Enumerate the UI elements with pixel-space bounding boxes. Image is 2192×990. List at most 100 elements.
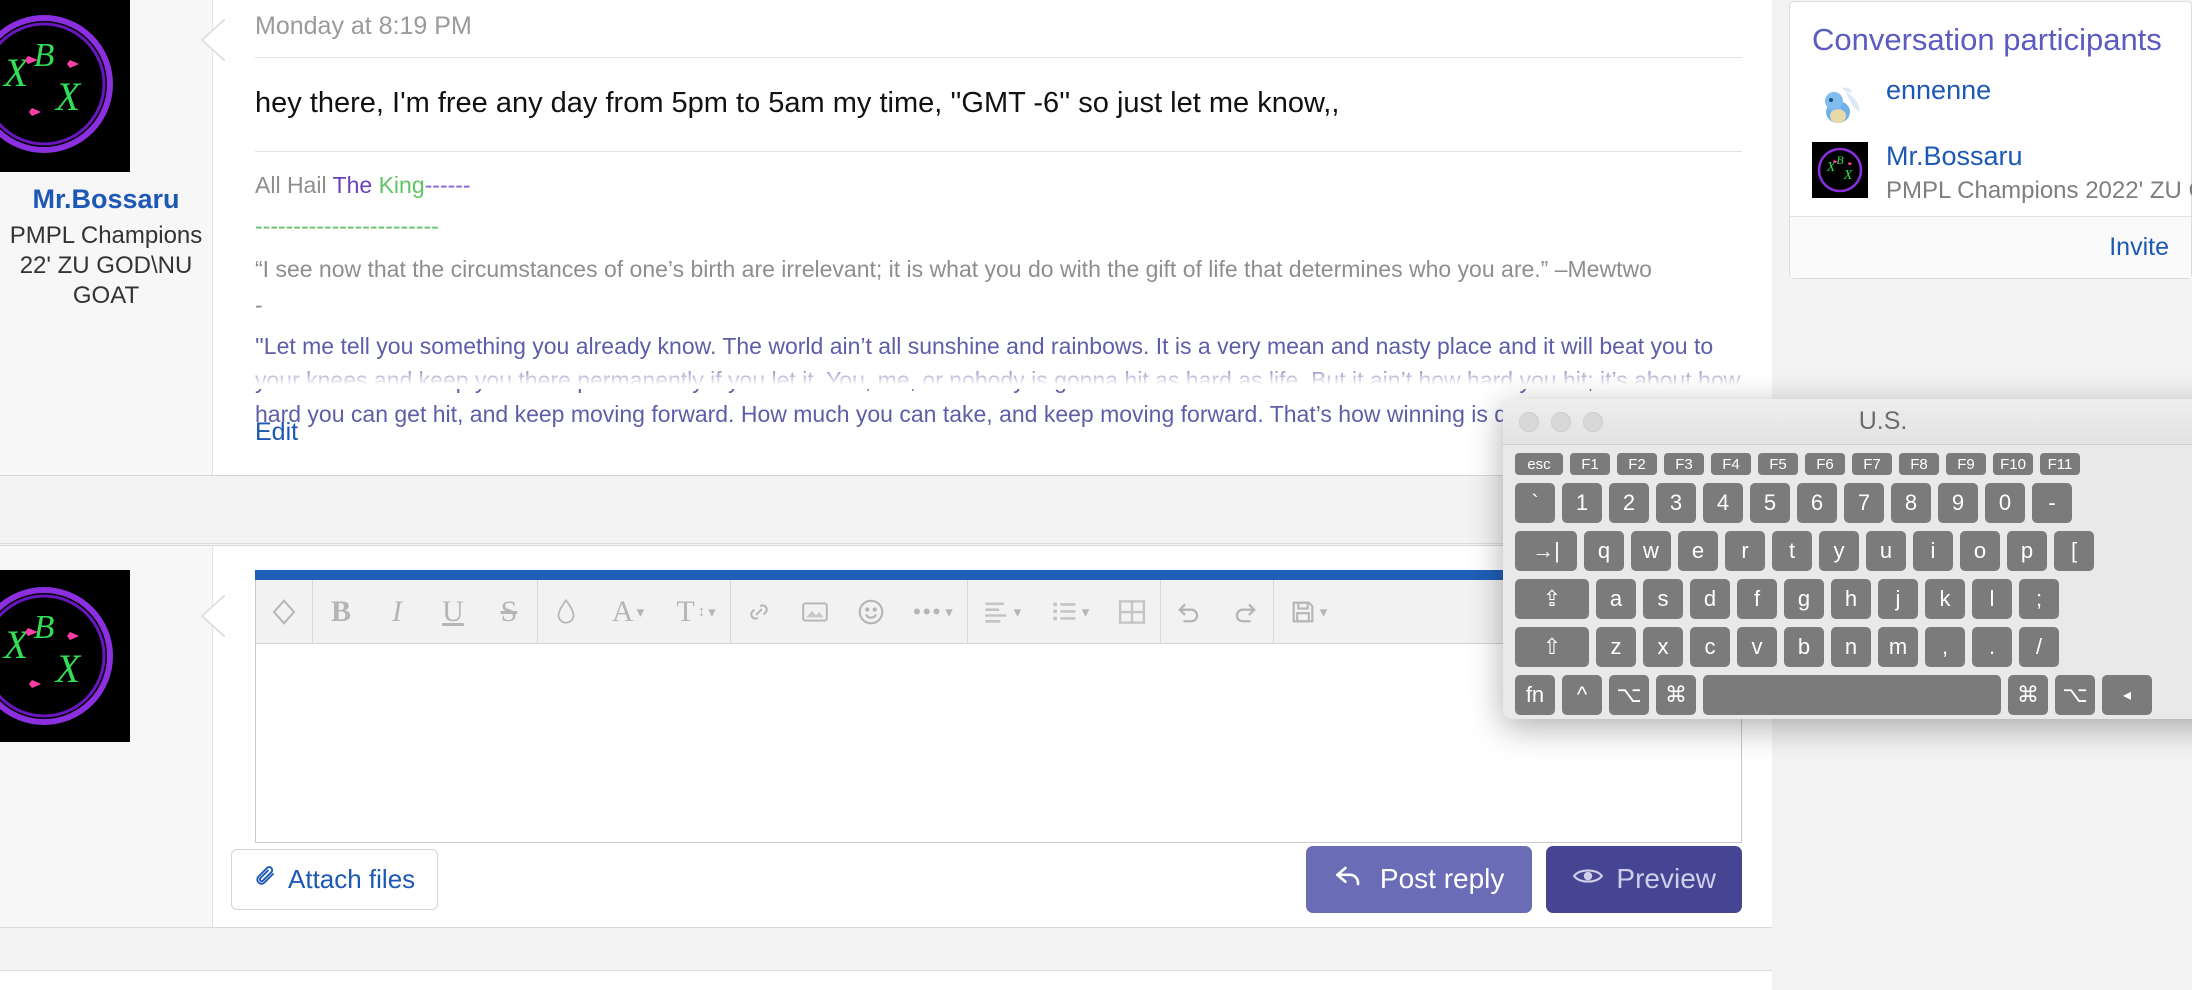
avatar[interactable]: B X X [0,0,130,172]
key-F3[interactable]: F3 [1664,453,1704,475]
key-2[interactable]: 2 [1609,483,1649,523]
key-⌥[interactable]: ⌥ [2055,675,2095,715]
insert-image-icon[interactable] [787,580,843,643]
post-reply-button[interactable]: Post reply [1305,845,1533,913]
key-h[interactable]: h [1831,579,1871,619]
key--[interactable]: - [2032,483,2072,523]
key-,[interactable]: , [1925,627,1965,667]
bold-icon[interactable]: B [313,580,369,643]
font-size-icon[interactable]: T ↕ ▾ [662,580,730,643]
smilies-icon[interactable] [843,580,899,643]
key-6[interactable]: 6 [1797,483,1837,523]
participant-name[interactable]: Mr.Bossaru [1886,141,2192,172]
strikethrough-icon[interactable]: S [481,580,537,643]
key-k[interactable]: k [1925,579,1965,619]
key-o[interactable]: o [1960,531,2000,571]
remove-formatting-icon[interactable] [256,580,312,643]
key-F9[interactable]: F9 [1946,453,1986,475]
keyboard-viewer-window[interactable]: U.S. esc F1 F2 F3 F4 F5 F6 F7 F8 F9 F10 F11 ` 1 2 3 4 5 6… [1503,399,2192,719]
italic-icon[interactable]: I [369,580,425,643]
key-◂[interactable]: ◂ [2102,675,2152,715]
more-options-icon[interactable]: ••• ▾ [899,580,967,643]
key-j[interactable]: j [1878,579,1918,619]
key-u[interactable]: u [1866,531,1906,571]
key-.[interactable]: . [1972,627,2012,667]
key-[[interactable]: [ [2054,531,2094,571]
key-⇧[interactable]: ⇧ [1515,627,1589,667]
key-x[interactable]: x [1643,627,1683,667]
preview-button[interactable]: Preview [1546,845,1742,913]
participant-avatar[interactable]: B X X [1812,142,1868,198]
key-5[interactable]: 5 [1750,483,1790,523]
key-n[interactable]: n [1831,627,1871,667]
key-esc[interactable]: esc [1515,453,1563,475]
key-7[interactable]: 7 [1844,483,1884,523]
undo-icon[interactable] [1161,580,1217,643]
key-d[interactable]: d [1690,579,1730,619]
table-icon[interactable] [1104,580,1160,643]
key-;[interactable]: ; [2019,579,2059,619]
key-9[interactable]: 9 [1938,483,1978,523]
key-fn[interactable]: fn [1515,675,1555,715]
key-b[interactable]: b [1784,627,1824,667]
key-m[interactable]: m [1878,627,1918,667]
key-y[interactable]: y [1819,531,1859,571]
redo-icon[interactable] [1217,580,1273,643]
key-F1[interactable]: F1 [1570,453,1610,475]
key-⇪[interactable]: ⇪ [1515,579,1589,619]
key-`[interactable]: ` [1515,483,1555,523]
key-⌥[interactable]: ⌥ [1609,675,1649,715]
key-w[interactable]: w [1631,531,1671,571]
key-F8[interactable]: F8 [1899,453,1939,475]
key-/[interactable]: / [2019,627,2059,667]
participant-row[interactable]: ennenne [1790,75,2191,142]
key-e[interactable]: e [1678,531,1718,571]
key-8[interactable]: 8 [1891,483,1931,523]
align-icon[interactable]: ▾ [968,580,1036,643]
key-F10[interactable]: F10 [1993,453,2033,475]
key-F11[interactable]: F11 [2040,453,2080,475]
key-t[interactable]: t [1772,531,1812,571]
key-0[interactable]: 0 [1985,483,2025,523]
attach-files-button[interactable]: Attach files [231,848,439,910]
key-⌘[interactable]: ⌘ [2008,675,2048,715]
insert-link-icon[interactable] [731,580,787,643]
edit-post-link[interactable]: Edit [255,418,298,447]
key-s[interactable]: s [1643,579,1683,619]
key-g[interactable]: g [1784,579,1824,619]
participant-avatar[interactable] [1812,76,1868,132]
key-F7[interactable]: F7 [1852,453,1892,475]
drafts-icon[interactable]: ▾ [1274,580,1342,643]
list-icon[interactable]: ▾ [1036,580,1104,643]
invite-link[interactable]: Invite [2109,233,2169,261]
key-c[interactable]: c [1690,627,1730,667]
key-F2[interactable]: F2 [1617,453,1657,475]
key-l[interactable]: l [1972,579,2012,619]
key-space[interactable] [1703,675,2001,715]
key-p[interactable]: p [2007,531,2047,571]
key-F4[interactable]: F4 [1711,453,1751,475]
key-3[interactable]: 3 [1656,483,1696,523]
reply-avatar[interactable]: B X X [0,570,130,742]
key-→|[interactable]: →| [1515,531,1577,571]
key-i[interactable]: i [1913,531,1953,571]
key-4[interactable]: 4 [1703,483,1743,523]
key-F5[interactable]: F5 [1758,453,1798,475]
text-color-icon[interactable] [538,580,594,643]
participant-row[interactable]: B X X Mr.Bossaru PMPL Champions 2022' ZU… [1790,141,2192,216]
keyboard-titlebar[interactable]: U.S. [1503,399,2192,445]
key-f[interactable]: f [1737,579,1777,619]
key-z[interactable]: z [1596,627,1636,667]
key-1[interactable]: 1 [1562,483,1602,523]
participant-name[interactable]: ennenne [1886,75,1991,106]
underline-icon[interactable]: U [425,580,481,643]
post-author-name[interactable]: Mr.Bossaru [0,184,212,215]
key-^[interactable]: ^ [1562,675,1602,715]
key-r[interactable]: r [1725,531,1765,571]
key-F6[interactable]: F6 [1805,453,1845,475]
key-q[interactable]: q [1584,531,1624,571]
key-v[interactable]: v [1737,627,1777,667]
key-⌘[interactable]: ⌘ [1656,675,1696,715]
key-a[interactable]: a [1596,579,1636,619]
post-timestamp[interactable]: Monday at 8:19 PM [237,0,1742,57]
